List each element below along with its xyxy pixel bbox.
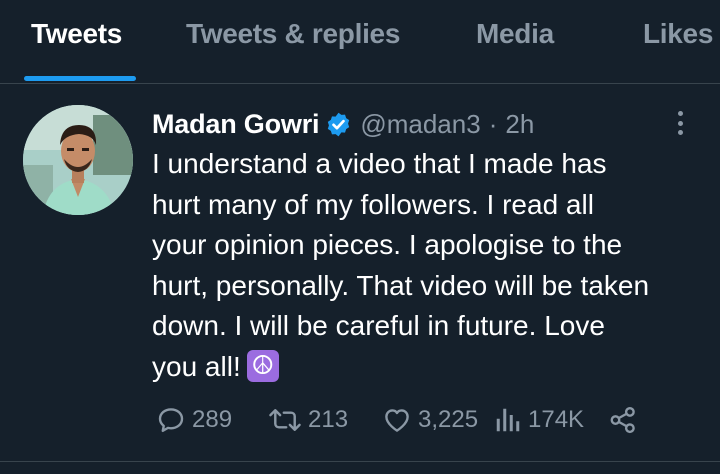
more-options-icon[interactable] — [668, 108, 692, 138]
user-handle[interactable]: @madan3 — [360, 109, 480, 140]
tab-media[interactable]: Media — [476, 18, 554, 50]
retweet-button[interactable]: 213 — [268, 402, 348, 438]
tweet-text-last-line: you all! ☮ — [152, 347, 712, 388]
retweet-icon — [269, 409, 301, 431]
tweet-actions: 289 213 3,225 174K — [156, 402, 646, 438]
tweet-text-line: I understand a video that I made has — [152, 148, 607, 179]
profile-tabs: Tweets Tweets & replies Media Likes — [0, 0, 720, 84]
peace-symbol-icon: ☮ — [246, 349, 279, 382]
display-name[interactable]: Madan Gowri — [152, 109, 320, 140]
share-button[interactable] — [608, 402, 638, 438]
active-tab-indicator — [24, 76, 136, 81]
tweet-text-line: you all! — [152, 350, 241, 382]
tab-tweets[interactable]: Tweets — [31, 18, 122, 50]
views-button[interactable]: 174K — [494, 402, 584, 438]
tweet-timestamp[interactable]: 2h — [505, 109, 534, 140]
tweet-text-line: hurt many of my followers. I read all — [152, 188, 594, 220]
avatar-photo-icon — [23, 105, 133, 215]
tweet-text-line: down. I will be careful in future. Love — [152, 310, 605, 341]
tweet-text-line: hurt, personally. That video will be tak… — [152, 269, 650, 301]
like-icon — [385, 409, 409, 432]
tweet-header: Madan Gowri @madan3 · 2h — [152, 106, 534, 142]
avatar[interactable] — [23, 105, 133, 215]
tab-tweets-and-replies[interactable]: Tweets & replies — [186, 18, 400, 50]
tweet-text: I understand a video that I made has hur… — [152, 144, 712, 387]
separator-dot: · — [488, 108, 498, 139]
retweet-count: 213 — [308, 406, 349, 433]
like-button[interactable]: 3,225 — [382, 402, 478, 438]
peace-symbol-glyph: ☮ — [251, 350, 275, 381]
view-count: 174K — [528, 406, 585, 433]
reply-count: 289 — [192, 406, 233, 433]
tweet-text-line: your opinion pieces. I apologise to the — [152, 229, 623, 260]
reply-icon — [158, 408, 184, 433]
tweet-divider — [0, 461, 720, 462]
tab-likes[interactable]: Likes — [643, 18, 713, 50]
share-icon — [610, 406, 635, 434]
verified-badge-icon — [325, 111, 352, 138]
views-icon — [496, 408, 520, 432]
reply-button[interactable]: 289 — [156, 402, 232, 438]
like-count: 3,225 — [418, 406, 479, 433]
